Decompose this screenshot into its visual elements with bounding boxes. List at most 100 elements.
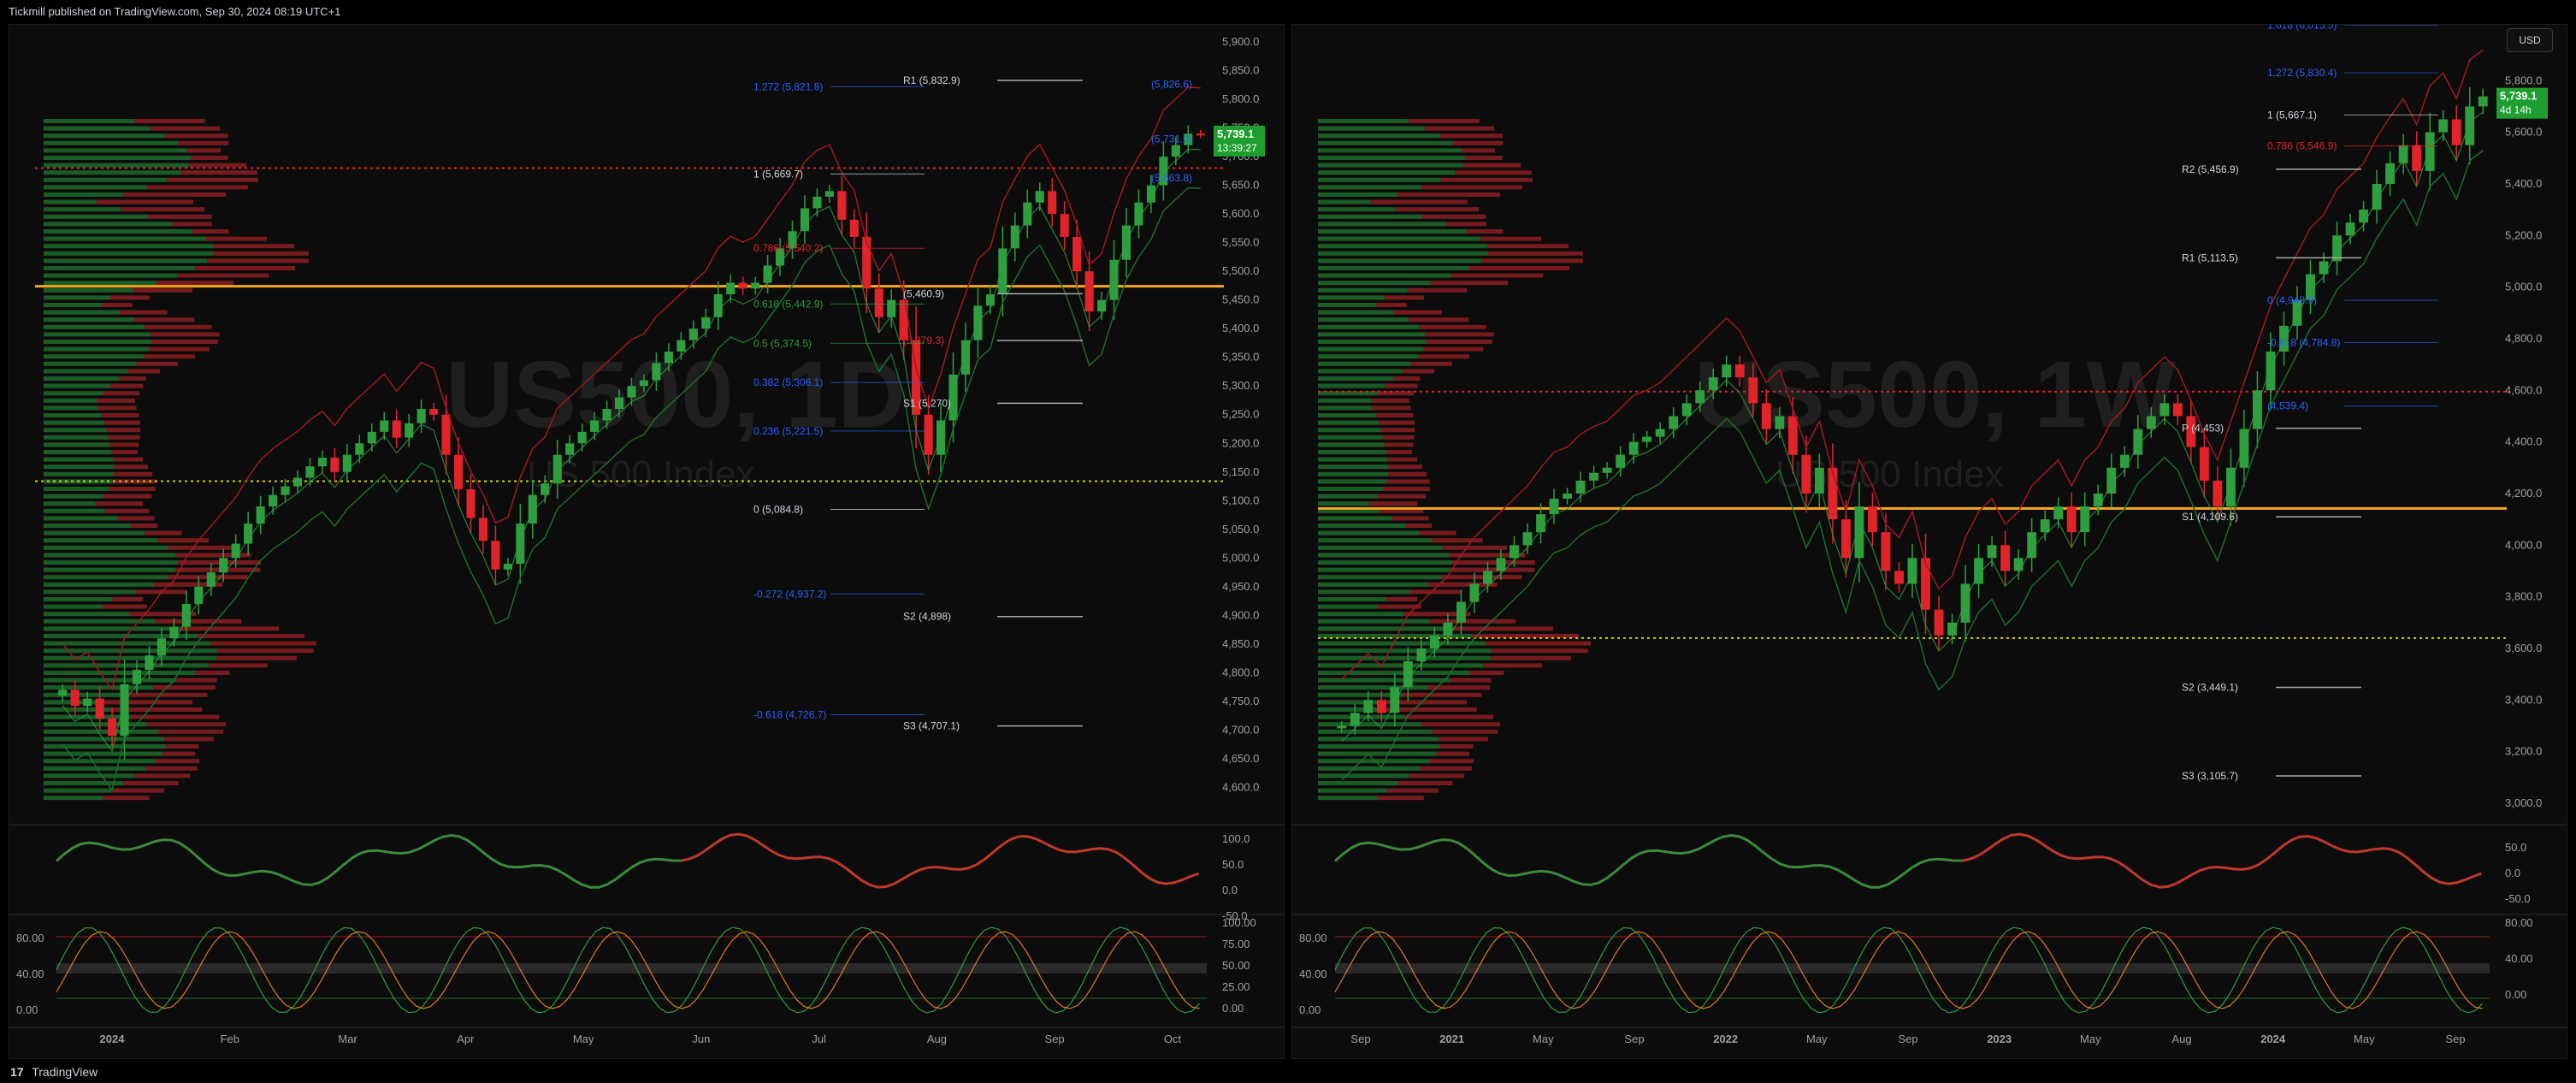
- volume-profile-bar: [1318, 501, 1370, 506]
- candle-body: [58, 689, 68, 696]
- volume-profile-bar: [175, 567, 261, 572]
- fib-level-label: 0.618 (5,442.9): [753, 298, 823, 310]
- candle-body: [317, 458, 328, 467]
- volume-profile-bar: [1420, 766, 1472, 771]
- brand-name[interactable]: TradingView: [32, 1065, 97, 1079]
- x-tick-label: 2023: [1987, 1033, 2012, 1045]
- volume-profile-bar: [144, 354, 195, 359]
- rsi-tick-label: 0.0: [2505, 867, 2520, 879]
- x-tick-label: 2022: [1713, 1033, 1738, 1045]
- volume-profile-bar: [1409, 589, 1462, 595]
- volume-profile-bar: [44, 796, 103, 801]
- candle-body: [639, 380, 649, 387]
- stoch-tick-label-left: 40.00: [16, 968, 44, 980]
- volume-profile-bar: [1318, 266, 1469, 270]
- volume-profile-bar: [146, 722, 226, 727]
- y-tick-label: 4,900.0: [1222, 608, 1259, 621]
- candle-body: [1048, 191, 1057, 215]
- volume-profile-bar: [1318, 413, 1376, 417]
- volume-profile-bar: [44, 671, 196, 675]
- volume-profile-bar: [44, 163, 189, 168]
- current-price-countdown: 4d 14h: [2500, 104, 2532, 116]
- volume-profile-bar: [1318, 707, 1385, 712]
- y-tick-label: 4,600.0: [1222, 780, 1259, 793]
- chart-panel-daily[interactable]: US500, 1D US 500 Index 5,900.0 5,850.0 5,800…: [9, 24, 1285, 1059]
- y-tick-label: 4,950.0: [1222, 580, 1259, 593]
- volume-profile-bar: [1395, 207, 1480, 212]
- currency-button[interactable]: USD: [2507, 28, 2553, 52]
- volume-profile-bar: [44, 258, 208, 263]
- volume-profile-bar: [1318, 465, 1389, 470]
- volume-profile-bar: [1318, 671, 1470, 675]
- volume-profile-bar: [44, 251, 214, 256]
- volume-profile-bar: [148, 214, 212, 219]
- volume-profile-bar: [1439, 744, 1474, 749]
- volume-profile-bar: [1318, 229, 1467, 234]
- volume-profile-bar: [1318, 354, 1419, 359]
- candle-body: [108, 719, 117, 737]
- volume-profile-bar: [44, 773, 135, 778]
- volume-profile-bar: [44, 317, 135, 323]
- volume-profile-bar: [44, 273, 178, 278]
- volume-profile-bar: [1318, 714, 1405, 719]
- x-tick-label: May: [573, 1033, 594, 1045]
- y-tick-label: 5,150.0: [1222, 465, 1259, 478]
- rsi-line-up: [1334, 833, 1962, 889]
- fib-level-label: 0.5 (5,374.5): [753, 337, 812, 349]
- pivot-level-label: S1 (5,270): [903, 397, 951, 409]
- y-tick-label: 5,400.0: [2505, 177, 2542, 190]
- candle-body: [973, 305, 983, 340]
- volume-profile-bar: [1452, 626, 1553, 631]
- volume-profile-bar: [191, 156, 228, 160]
- stoch-tick-label-right: 100.00: [1222, 916, 1256, 929]
- candle-body: [1549, 498, 1559, 515]
- volume-profile-bar: [1393, 310, 1442, 315]
- volume-profile-bar: [1487, 251, 1583, 256]
- volume-profile-bar: [213, 244, 295, 249]
- weekly-chart-svg[interactable]: US500, 1WUS 500 Index5,800.05,600.05,400…: [1292, 25, 2567, 1059]
- candle-body: [1761, 403, 1771, 429]
- candle-body: [2159, 403, 2170, 417]
- volume-profile-bar: [1397, 781, 1453, 785]
- daily-chart-svg[interactable]: US500, 1DUS 500 Index5,900.05,850.05,800…: [9, 25, 1285, 1059]
- volume-profile-bar: [44, 428, 107, 433]
- volume-profile-bar: [1418, 354, 1469, 359]
- candle-body: [1483, 571, 1492, 584]
- volume-profile-bar: [1318, 214, 1423, 219]
- volume-profile-bar: [1375, 413, 1414, 417]
- fib-level-label: -0.618 (4,726.7): [753, 709, 826, 721]
- rsi-tick-label: -50.0: [2505, 892, 2531, 905]
- fib-level-label: 1.272 (5,821.8): [753, 80, 823, 92]
- chart-panel-weekly[interactable]: US500, 1W US 500 Index 5,800.0 5,600.0 5,400…: [1291, 24, 2567, 1059]
- volume-profile-bar: [97, 398, 136, 403]
- stoch-tick-label-right: 80.00: [2505, 916, 2533, 929]
- volume-profile-bar: [113, 457, 144, 462]
- volume-profile-bar: [1318, 207, 1396, 212]
- volume-profile-bar: [44, 692, 129, 697]
- candle-body: [1589, 472, 1599, 481]
- candle-body: [1894, 571, 1904, 584]
- volume-profile-bar: [1421, 722, 1500, 727]
- candle-body: [2266, 352, 2276, 391]
- candle-body: [157, 638, 166, 656]
- volume-profile-bar: [44, 310, 120, 315]
- candle-body: [1881, 532, 1891, 571]
- volume-profile-bar: [1318, 405, 1373, 411]
- volume-profile-bar: [44, 781, 124, 785]
- volume-profile-bar: [44, 575, 168, 580]
- candle-body: [1840, 519, 1851, 559]
- volume-profile-bar: [44, 553, 175, 558]
- candle-body: [1196, 133, 1205, 136]
- candle-body: [1602, 467, 1612, 473]
- volume-profile-bar: [1409, 773, 1465, 778]
- candle-body: [194, 586, 204, 604]
- volume-profile-bar: [145, 530, 182, 536]
- candle-body: [392, 420, 401, 438]
- candle-body: [1363, 700, 1374, 713]
- fib-level-label: 0.382 (5,306.1): [753, 376, 823, 388]
- candle-body: [2412, 145, 2422, 171]
- volume-profile-bar: [44, 398, 97, 403]
- volume-profile-bar: [1377, 494, 1427, 499]
- y-tick-label: 5,600.0: [1222, 207, 1259, 220]
- tradingview-logo-icon[interactable]: 17: [10, 1065, 24, 1079]
